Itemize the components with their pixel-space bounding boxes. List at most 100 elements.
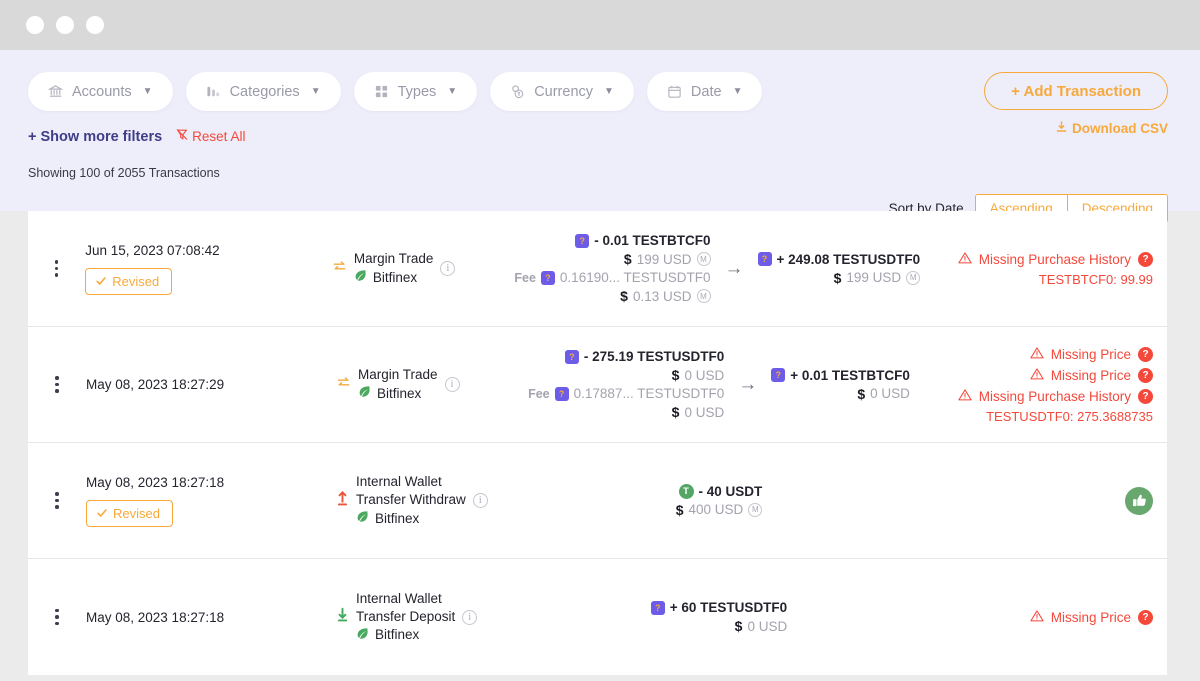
transfer-arrow-icon: →: [738, 373, 758, 395]
filter-chip-date[interactable]: Date ▼: [646, 72, 763, 111]
filter-chip-categories[interactable]: Categories ▼: [185, 72, 341, 111]
download-csv-label: Download CSV: [1071, 120, 1168, 136]
type-lines: Internal Wallet Transfer Withdraw Bitfinex: [356, 474, 466, 527]
help-icon[interactable]: ?: [1138, 609, 1153, 625]
show-more-filters-link[interactable]: + Show more filters: [28, 129, 162, 145]
warning-row: Missing Price?: [1030, 609, 1153, 626]
info-icon[interactable]: i: [462, 609, 478, 625]
row-menu-cell: [28, 457, 86, 544]
transaction-date: May 08, 2023 18:27:29: [86, 377, 225, 392]
row-menu-icon[interactable]: [55, 492, 59, 509]
filter-chip-accounts[interactable]: Accounts ▼: [28, 72, 173, 111]
status-cell: Missing Purchase History? TESTBTCF0: 99.9…: [920, 225, 1167, 312]
amounts-cell: ? + 60 TESTUSDTF0 $0 USD: [521, 573, 917, 661]
leaf-icon: [358, 385, 371, 402]
amount-value: + 249.08 TESTUSDTF0: [776, 251, 921, 267]
chevron-down-icon: ▼: [447, 86, 458, 97]
market-price-badge: M: [696, 252, 711, 266]
amount-value: - 0.01 TESTBTCF0: [594, 233, 711, 248]
fee-line: Fee? 0.16190... TESTUSDTF0: [514, 270, 710, 285]
amount-value: - 40 USDT: [698, 483, 763, 499]
table-row[interactable]: May 08, 2023 18:27:18 Revised Internal Wal…: [28, 443, 1167, 559]
warning-row: Missing Price?: [1030, 367, 1153, 384]
header-actions: + Add Transaction Download CSV: [984, 72, 1168, 136]
leaf-icon: [356, 510, 369, 527]
table-row[interactable]: May 08, 2023 18:27:29 Margin Trade Bitfine…: [28, 327, 1167, 443]
help-icon[interactable]: ?: [1138, 388, 1153, 404]
transaction-date: Jun 15, 2023 07:08:42: [85, 242, 220, 258]
amount-block: ? + 0.01 TESTBTCF0 $0 USD: [771, 368, 910, 402]
warning-row: Missing Purchase History?: [958, 251, 1154, 268]
funnel-reset-icon: [176, 128, 188, 144]
type-lines: Margin Trade Bitfinex: [358, 367, 438, 402]
status-cell: [917, 457, 1167, 544]
type-lines: Margin Trade Bitfinex: [354, 251, 434, 286]
transaction-type-label: Margin Trade: [353, 251, 434, 266]
warning-label: Missing Purchase History: [978, 388, 1131, 404]
reset-all-button[interactable]: Reset All: [176, 128, 245, 144]
download-csv-button[interactable]: Download CSV: [1055, 120, 1168, 136]
row-menu-icon[interactable]: [54, 260, 59, 277]
dollar-icon: $: [620, 288, 628, 304]
margin-trade-icon: [332, 259, 347, 279]
window-close-dot[interactable]: [26, 16, 44, 34]
amount-primary-line: ? - 0.01 TESTBTCF0: [575, 233, 711, 248]
amount-fiat-value: 0 USD: [747, 618, 788, 634]
unknown-token-icon: ?: [650, 600, 665, 615]
fee-label: Fee: [528, 386, 550, 401]
amount-fiat-line: $0 USD: [735, 618, 788, 634]
transaction-type-label-2: Transfer Withdraw: [356, 492, 466, 507]
venue-label: Bitfinex: [375, 510, 420, 526]
help-icon[interactable]: ?: [1138, 346, 1153, 362]
amounts-cell: T- 40 USDT $400 USD M: [521, 457, 917, 544]
amounts-cell: ? - 0.01 TESTBTCF0 $199 USD M Fee? 0.16190...…: [514, 225, 921, 312]
warning-detail: TESTBTCF0: 99.99: [1038, 271, 1154, 287]
revised-label: Revised: [113, 505, 160, 521]
info-icon[interactable]: i: [440, 261, 456, 276]
table-row[interactable]: Jun 15, 2023 07:08:42 Revised Margin Trade…: [28, 211, 1167, 327]
venue-label: Bitfinex: [375, 627, 420, 642]
window-titlebar: [0, 0, 1200, 50]
warning-triangle-icon: [1030, 346, 1044, 363]
amount-block: ? + 249.08 TESTUSDTF0 $199 USD M: [757, 251, 921, 286]
amount-primary-line: ? + 249.08 TESTUSDTF0: [757, 251, 921, 267]
window-minimize-dot[interactable]: [56, 16, 74, 34]
amount-fiat-line: $0 USD: [672, 367, 725, 383]
row-menu-icon[interactable]: [55, 608, 59, 626]
fee-value: 0.16190... TESTUSDTF0: [559, 270, 711, 285]
warning-detail: TESTUSDTF0: 275.3688735: [986, 408, 1153, 424]
warning-row: Missing Price?: [1030, 346, 1153, 363]
filter-chip-label: Types: [397, 83, 437, 100]
market-price-badge: M: [696, 289, 711, 303]
warning-triangle-icon: [1030, 367, 1044, 384]
status-cell: Missing Price?: [917, 573, 1167, 661]
dollar-icon: $: [623, 251, 632, 267]
warning-label: Missing Price: [1050, 367, 1131, 383]
filter-chip-currency[interactable]: Currency ▼: [490, 72, 634, 111]
help-icon[interactable]: ?: [1138, 251, 1154, 267]
type-cell: Internal Wallet Transfer Deposit Bitfinex i: [336, 573, 521, 661]
filter-chip-types[interactable]: Types ▼: [353, 72, 478, 111]
table-row[interactable]: May 08, 2023 18:27:18 Internal Wallet Tran…: [28, 559, 1167, 675]
market-price-badge: M: [748, 502, 763, 517]
amount-fiat-value: 199 USD: [846, 270, 902, 285]
categories-icon: [206, 84, 221, 99]
venue-row: Bitfinex: [356, 627, 455, 644]
info-icon[interactable]: i: [472, 493, 488, 508]
window-maximize-dot[interactable]: [86, 16, 104, 34]
amount-fiat-line: $400 USD M: [676, 502, 763, 518]
leaf-icon: [356, 627, 369, 644]
add-transaction-button[interactable]: + Add Transaction: [984, 72, 1168, 110]
fee-fiat-line: $0 USD: [672, 404, 725, 420]
fee-fiat-line: $0.13 USD M: [620, 288, 711, 304]
unknown-token-icon: ?: [540, 270, 555, 285]
fee-label: Fee: [514, 270, 536, 285]
dollar-icon: $: [833, 269, 842, 286]
info-icon[interactable]: i: [444, 377, 460, 392]
row-menu-icon[interactable]: [55, 376, 59, 393]
revised-label: Revised: [112, 273, 160, 289]
filter-chip-label: Categories: [229, 83, 300, 100]
help-icon[interactable]: ?: [1138, 367, 1153, 383]
transaction-type-label: Internal Wallet: [356, 474, 442, 489]
date-cell: May 08, 2023 18:27:18 Revised: [86, 457, 336, 544]
